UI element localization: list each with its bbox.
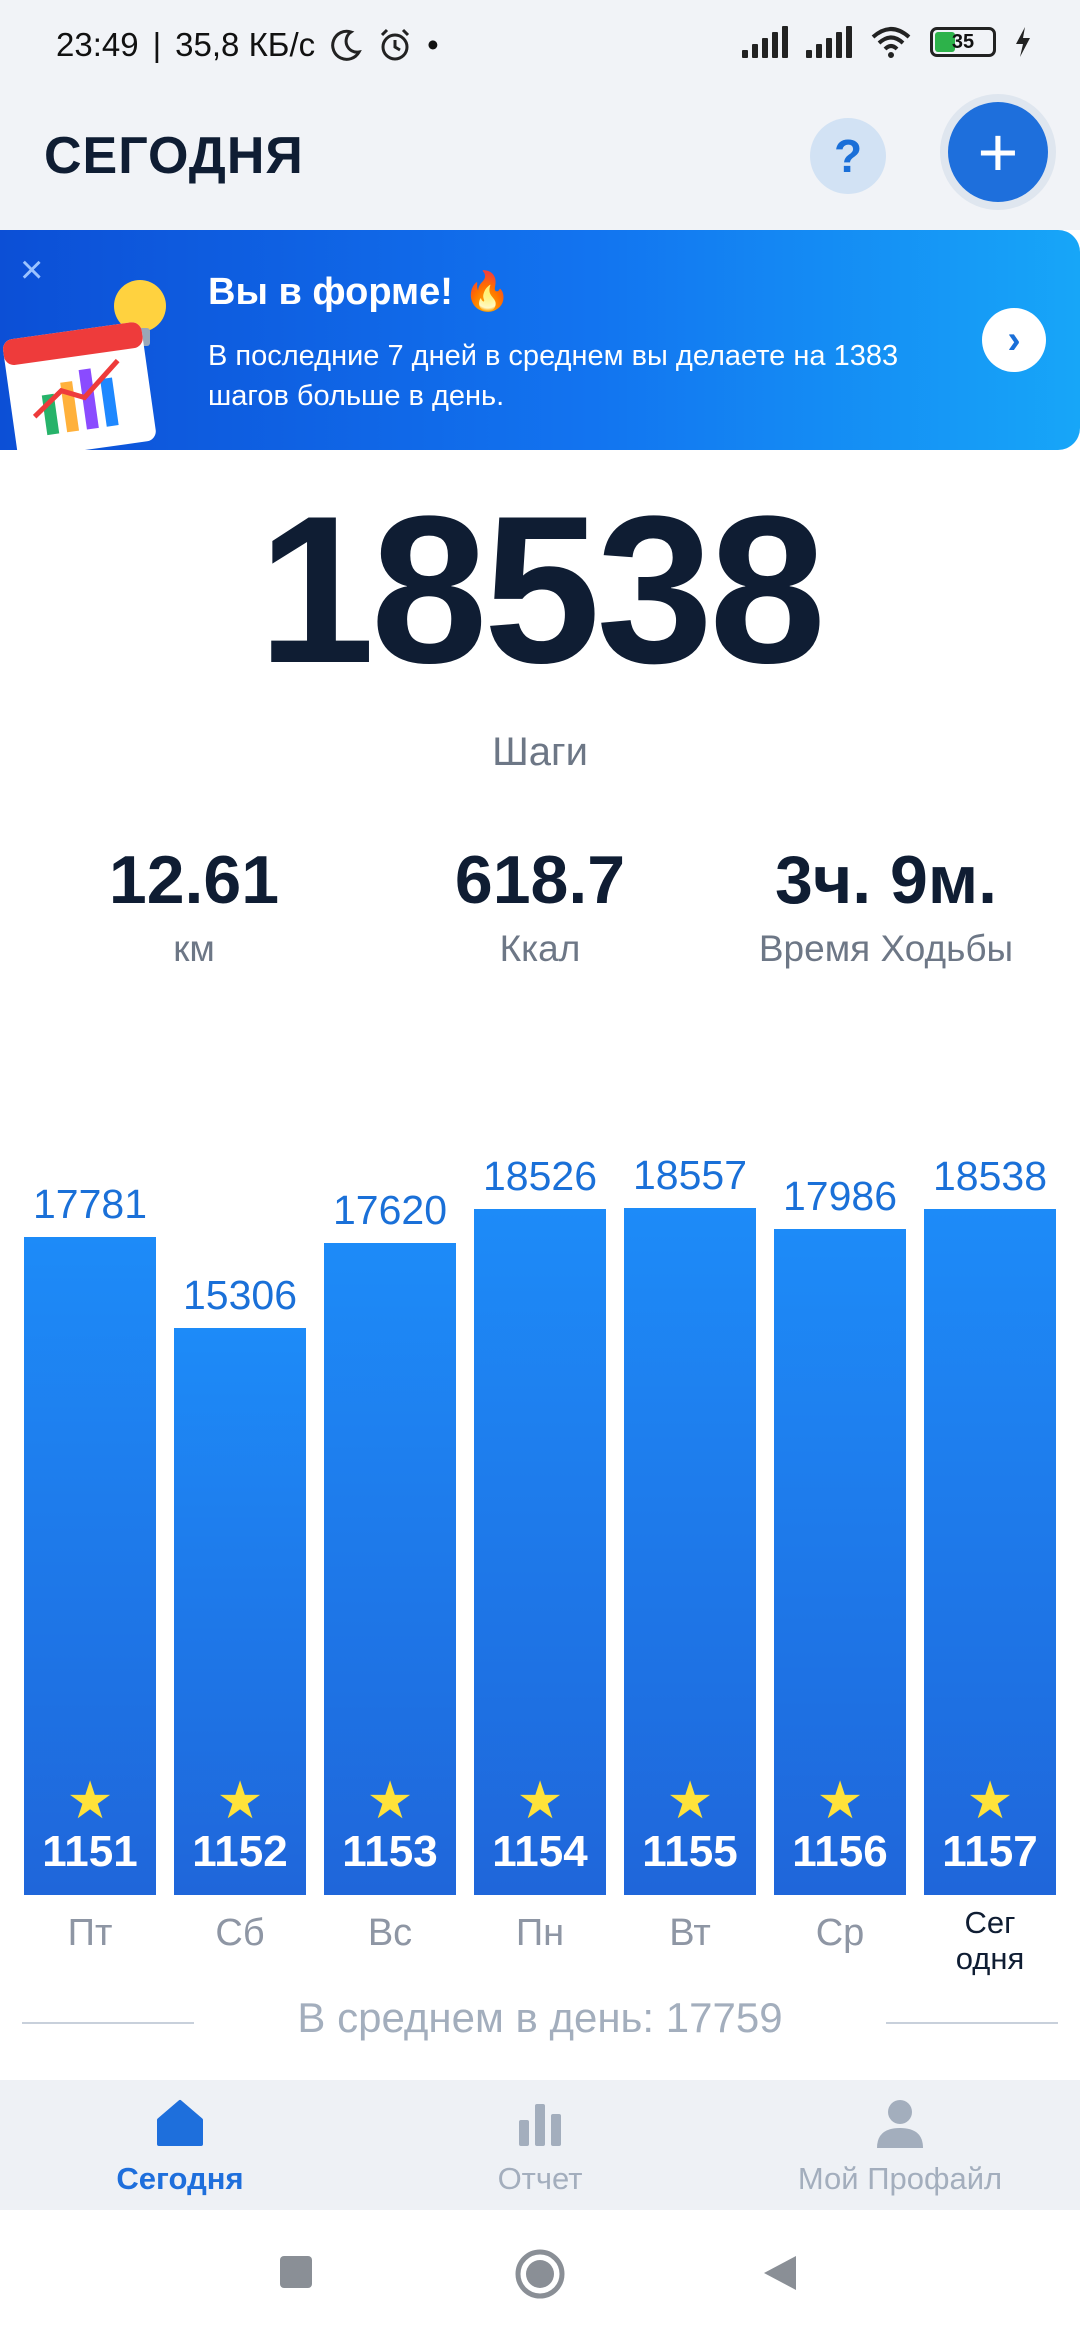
moon-icon (331, 29, 362, 61)
fitness-banner[interactable]: × Вы в форме! 🔥 В последние 7 дней в сре… (0, 230, 1080, 450)
wifi-icon (871, 27, 911, 58)
bar-value-label: 17620 (332, 1186, 447, 1233)
bar-value-label: 15306 (182, 1272, 297, 1319)
star-icon: ★ (366, 1772, 414, 1830)
nav-label: Сегодня (116, 2161, 244, 2196)
stat-walk-time: 3ч. 9м. Время Ходьбы (716, 840, 1056, 970)
stat-value: 12.61 (108, 842, 280, 918)
star-icon: ★ (816, 1772, 864, 1830)
bar-number: 1156 (792, 1827, 888, 1876)
bar-number: 1157 (942, 1827, 1038, 1876)
bar-number: 1154 (492, 1827, 588, 1876)
nav-today[interactable]: Сегодня (30, 2096, 330, 2197)
signal-icon-2 (806, 26, 852, 58)
stat-value: 618.7 (454, 842, 626, 918)
banner-title: Вы в форме! 🔥 (208, 271, 511, 313)
steps-count: 18538 (258, 472, 826, 707)
star-icon: ★ (666, 1772, 714, 1830)
nav-report[interactable]: Отчет (390, 2096, 690, 2197)
battery-icon: 35 (930, 27, 996, 57)
bar-value-label: 17986 (782, 1173, 897, 1220)
page-title: СЕГОДНЯ (44, 127, 304, 185)
day-label: Сег одня (920, 1905, 1060, 1977)
bar-chart-icon (519, 2104, 561, 2146)
day-label: Сб (215, 1912, 265, 1954)
status-separator: | (152, 26, 162, 63)
add-button[interactable]: + (948, 102, 1048, 202)
steps-label: Шаги (492, 730, 588, 774)
star-icon: ★ (516, 1772, 564, 1830)
app-header: СЕГОДНЯ ? + (0, 92, 1080, 230)
calendar-chart-illustration (3, 280, 166, 450)
home-button-icon[interactable] (514, 2248, 566, 2300)
nav-label: Отчет (497, 2161, 583, 2196)
bar-number: 1151 (42, 1827, 138, 1876)
recent-apps-icon[interactable] (278, 2254, 314, 2290)
status-dot: • (427, 26, 439, 63)
stat-label: Ккал (499, 928, 581, 969)
chevron-right-icon[interactable]: › (982, 308, 1046, 372)
stat-label: км (173, 928, 215, 969)
day-label: Вт (669, 1912, 711, 1954)
star-icon: ★ (66, 1772, 114, 1830)
home-icon (157, 2100, 203, 2146)
alarm-icon (381, 28, 410, 61)
bar-value-label: 18538 (932, 1152, 1047, 1199)
bar-number: 1152 (192, 1827, 288, 1876)
status-bar: 23:49 | 35,8 КБ/с • 35 (0, 0, 1080, 92)
nav-label: Мой Профайл (797, 2161, 1003, 2196)
status-right: 35 (742, 26, 1032, 58)
day-label: Пн (515, 1912, 565, 1954)
day-label: Вс (367, 1912, 413, 1954)
person-icon (877, 2100, 923, 2148)
average-per-day: В среднем в день: 17759 (297, 1994, 783, 2041)
battery-level: 35 (951, 31, 975, 53)
bar-number: 1155 (642, 1827, 738, 1876)
signal-icon (742, 26, 788, 58)
bottom-nav: Сегодня Отчет Мой Профайл (0, 2080, 1080, 2210)
day-label: Пт (67, 1912, 113, 1954)
bar-value-label: 17781 (32, 1180, 147, 1227)
bar-number: 1153 (342, 1827, 438, 1876)
back-icon[interactable] (762, 2254, 798, 2292)
status-time: 23:49 (56, 26, 139, 63)
bar-value-label: 18557 (632, 1152, 747, 1198)
star-icon: ★ (216, 1772, 264, 1830)
system-navigation (0, 2210, 1080, 2340)
banner-text: В последние 7 дней в среднем вы делаете … (208, 340, 899, 412)
nav-profile[interactable]: Мой Профайл (750, 2096, 1050, 2197)
stat-value: 3ч. 9м. (774, 842, 998, 918)
charging-icon (1016, 27, 1030, 57)
stat-distance: 12.61 км (24, 840, 364, 970)
day-label-line: одня (955, 1941, 1025, 1976)
stat-calories: 618.7 Ккал (370, 840, 710, 970)
day-label: Ср (815, 1912, 865, 1954)
status-left: 23:49 | 35,8 КБ/с • (56, 26, 439, 64)
bar-value-label: 18526 (482, 1153, 597, 1200)
star-icon: ★ (966, 1772, 1014, 1830)
day-label-line: Сег (964, 1905, 1016, 1940)
help-button[interactable]: ? (810, 118, 886, 194)
stat-label: Время Ходьбы (758, 928, 1014, 969)
status-speed: 35,8 КБ/с (175, 26, 316, 63)
weekly-steps-chart: 17781 ★ 1151 Пт 15306 ★ 1152 Сб 17620 ★ 1153 Вс 1852… (0, 1060, 1080, 1990)
